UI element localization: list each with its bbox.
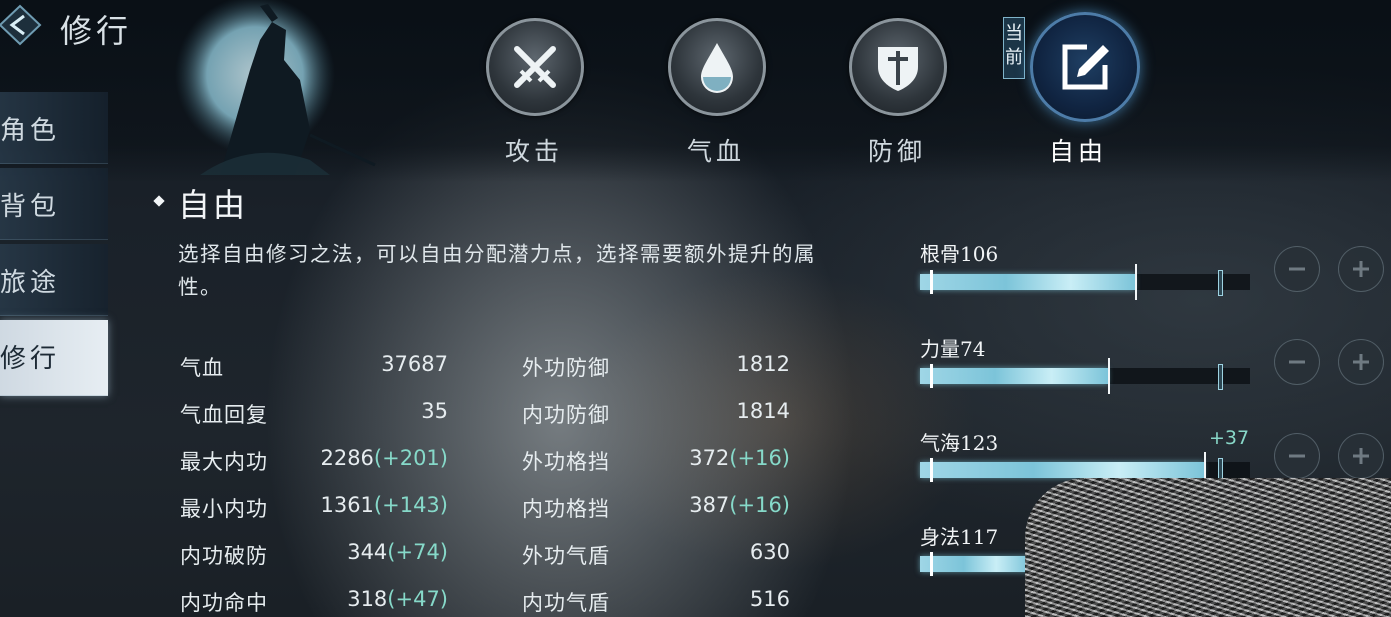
bar-max-mark [1218,270,1223,296]
attr-qi-sea-bar [920,452,1250,488]
attr-strength-handle[interactable] [1108,358,1110,394]
back-diamond-icon [0,4,42,46]
stat-value: 318(+47) [347,587,448,611]
stat-value: 35 [421,399,448,423]
tab-defense-disc [849,18,947,116]
stat-label: 外功气盾 [522,544,610,568]
attr-strength-label: 力量74 [920,337,986,361]
edit-icon [1062,44,1109,90]
section-title: 自由 [178,186,249,224]
tab-vitality-label: 气血 [686,137,745,166]
section-bullet [153,195,165,207]
shield-icon [878,47,918,91]
attr-constitution-label: 根骨106 [920,242,999,266]
attr-constitution-plus-button[interactable] [1338,246,1384,292]
attr-strength-fill [920,368,1108,384]
attr-strength-minus-button[interactable] [1274,339,1320,385]
tab-attack-label: 攻击 [504,137,563,166]
bar-start-mark [930,270,933,294]
sidebar-item-cultivation[interactable]: 修行 [0,320,108,396]
sidebar-item-bag[interactable]: 背包 [0,168,108,240]
attr-qi-sea-added: +37 [1209,427,1250,449]
stat-value: 344(+74) [347,540,448,564]
minus-icon [1289,454,1305,458]
attr-constitution-handle[interactable] [1135,264,1137,300]
stat-label: 内功气盾 [522,591,610,615]
hero-illustration [175,0,376,175]
tab-free[interactable]: 自由 [1030,12,1140,168]
stat-label: 外功格挡 [522,450,610,474]
tab-vitality[interactable]: 气血 [668,18,766,168]
tab-defense[interactable]: 防御 [849,18,947,168]
sidebar-item-role[interactable]: 角色 [0,92,108,164]
back-button[interactable] [0,2,44,48]
stat-label: 气血 [180,356,224,380]
watermark-overlay [1025,478,1391,617]
section-description: 选择自由修习之法，可以自由分配潜力点，选择需要额外提升的属性。 [178,242,816,299]
attr-qi-sea-plus-button[interactable] [1338,433,1384,479]
plus-icon [1353,448,1369,464]
minus-icon [1289,360,1305,364]
droplet-icon [701,43,733,93]
attr-qi-sea-minus-button[interactable] [1274,433,1320,479]
tab-defense-label: 防御 [867,137,926,166]
attr-strength-plus-button[interactable] [1338,339,1384,385]
plus-icon [1353,354,1369,370]
stat-value: 630 [749,540,790,564]
stat-value: 516 [749,587,790,611]
stat-label: 内功格挡 [522,497,610,521]
crossed-swords-icon [514,46,556,88]
attr-agility-label: 身法117 [920,525,999,549]
sidebar: 角色 背包 旅途 修行 [0,92,112,400]
bar-start-mark [930,458,933,482]
tab-vitality-disc [668,18,766,116]
stat-value: 387(+16) [689,493,790,517]
stat-value: 1814 [736,399,790,423]
minus-icon [1289,267,1305,271]
tab-attack-disc [486,18,584,116]
bar-start-mark [930,552,933,576]
bar-max-mark [1218,364,1223,390]
attr-constitution-bar [920,264,1250,300]
attr-qi-sea-label: 气海123 [920,431,999,455]
stat-value: 1361(+143) [320,493,448,517]
attr-strength-bar [920,358,1250,394]
attr-qi-sea-fill [920,462,1204,478]
stat-value: 372(+16) [689,446,790,470]
tab-free-label: 自由 [1048,137,1107,166]
attr-agility-fill [920,556,1029,572]
attr-constitution-fill [920,274,1135,290]
bar-start-mark [930,364,933,388]
attr-constitution-minus-button[interactable] [1274,246,1320,292]
stat-value: 1812 [736,352,790,376]
page-title: 修行 [60,12,133,50]
stat-value: 2286(+201) [320,446,448,470]
stat-label: 内功防御 [522,403,610,427]
stat-label: 外功防御 [522,356,610,380]
stat-value: 37687 [381,352,448,376]
tab-attack[interactable]: 攻击 [486,18,584,168]
current-tag: 当前 [1003,17,1025,79]
plus-icon [1353,261,1369,277]
sidebar-item-journey[interactable]: 旅途 [0,244,108,316]
tab-free-disc [1030,12,1140,122]
